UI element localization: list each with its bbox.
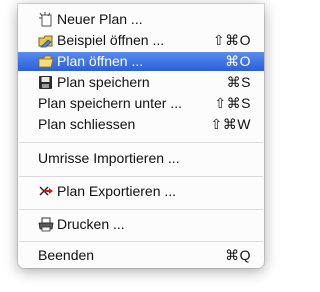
menu-item-shortcut: ⇧⌘S bbox=[214, 95, 251, 111]
menu-item-shortcut: ⇧⌘O bbox=[212, 32, 251, 48]
menu-item-save-plan[interactable]: Plan speichern ⌘S bbox=[18, 73, 264, 92]
open-example-icon bbox=[38, 35, 53, 48]
export-arrow-icon bbox=[39, 186, 53, 196]
menu-item-label: Plan Exportieren ... bbox=[57, 183, 177, 199]
menu-separator bbox=[19, 241, 263, 242]
menu-item-label: Beenden bbox=[38, 247, 95, 263]
file-menu: Neuer Plan ... Beispiel öffnen ... ⇧⌘O P… bbox=[18, 4, 264, 268]
menu-item-shortcut: ⌘O bbox=[225, 53, 251, 69]
menu-item-label: Umrisse Importieren ... bbox=[38, 150, 180, 166]
menu-item-open-example[interactable]: Beispiel öffnen ... ⇧⌘O bbox=[18, 31, 264, 50]
menu-item-close-plan[interactable]: Plan schliessen ⇧⌘W bbox=[18, 115, 264, 134]
menu-item-label: Plan speichern unter ... bbox=[38, 95, 182, 111]
menu-item-label: Plan speichern bbox=[57, 74, 150, 90]
menu-item-new-plan[interactable]: Neuer Plan ... bbox=[18, 10, 264, 29]
menu-item-save-plan-as[interactable]: Plan speichern unter ... ⇧⌘S bbox=[18, 94, 264, 113]
menu-item-label: Drucken ... bbox=[57, 216, 125, 232]
menu-item-label: Neuer Plan ... bbox=[57, 11, 143, 27]
menu-separator bbox=[19, 209, 263, 210]
menu-item-open-plan[interactable]: Plan öffnen ... ⌘O bbox=[18, 52, 264, 71]
menu-item-shortcut: ⌘Q bbox=[225, 247, 251, 263]
menu-item-shortcut: ⌘S bbox=[226, 74, 251, 90]
menu-item-label: Plan schliessen bbox=[38, 116, 136, 132]
menu-item-import-outlines[interactable]: Umrisse Importieren ... bbox=[18, 149, 264, 168]
new-plan-icon bbox=[39, 12, 52, 27]
menu-item-quit[interactable]: Beenden ⌘Q bbox=[18, 246, 264, 265]
menu-item-label: Plan öffnen ... bbox=[57, 53, 144, 69]
printer-icon bbox=[38, 217, 54, 232]
floppy-disk-icon bbox=[39, 76, 52, 89]
open-folder-icon bbox=[38, 55, 54, 68]
menu-item-shortcut: ⇧⌘W bbox=[210, 116, 251, 132]
menu-item-export-plan[interactable]: Plan Exportieren ... bbox=[18, 182, 264, 201]
menu-item-print[interactable]: Drucken ... bbox=[18, 215, 264, 234]
menu-separator bbox=[19, 176, 263, 177]
menu-separator bbox=[19, 142, 263, 143]
menu-item-label: Beispiel öffnen ... bbox=[57, 32, 165, 48]
